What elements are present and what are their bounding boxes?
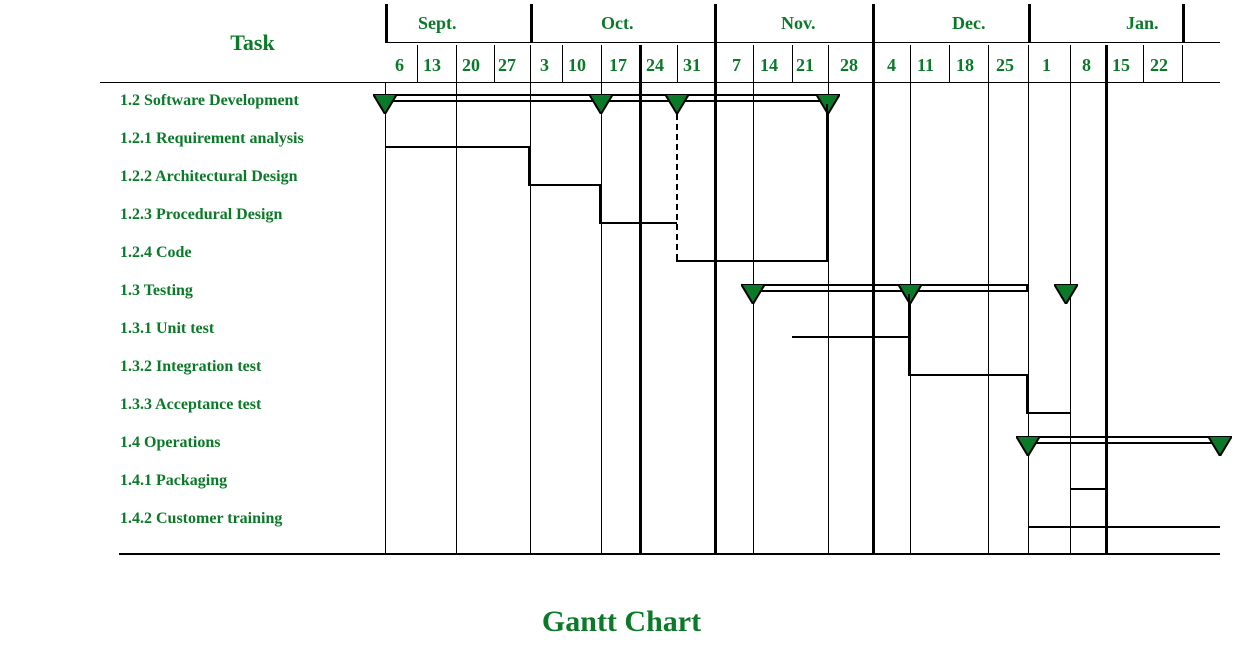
gantt-chart: Task Sept. Oct. Nov. Dec. Jan. 6 13 20 2…	[0, 0, 1243, 672]
header-rule-top	[100, 82, 1220, 83]
task-label: 1.3.3 Acceptance test	[120, 396, 261, 414]
chart-title: Gantt Chart	[0, 605, 1243, 639]
day-label: 4	[887, 55, 896, 76]
task-label: 1.2.2 Architectural Design	[120, 168, 297, 186]
col	[494, 45, 495, 82]
month-label: Oct.	[601, 13, 633, 34]
day-label: 25	[996, 55, 1014, 76]
day-label: 24	[646, 55, 664, 76]
bar-1-2-1	[385, 146, 530, 148]
col	[601, 45, 602, 553]
col-month	[872, 4, 875, 553]
milestone-icon	[898, 284, 922, 302]
day-label: 1	[1042, 55, 1051, 76]
col	[530, 45, 531, 553]
col	[1028, 45, 1029, 553]
col-month	[385, 4, 388, 42]
summary-bar-1-3	[753, 284, 1028, 292]
task-label: 1.2.1 Requirement analysis	[120, 130, 304, 148]
drop	[528, 146, 530, 186]
milestone-icon	[1054, 284, 1078, 302]
day-label: 18	[956, 55, 974, 76]
day-label: 28	[840, 55, 858, 76]
day-label: 15	[1112, 55, 1130, 76]
milestone-icon	[741, 284, 765, 302]
task-label: 1.3.2 Integration test	[120, 358, 261, 376]
task-label: 1.4.2 Customer training	[120, 510, 282, 528]
day-label: 13	[423, 55, 441, 76]
day-label: 27	[498, 55, 516, 76]
drop	[826, 104, 828, 262]
col	[1182, 45, 1183, 82]
drop	[599, 184, 601, 224]
col	[417, 45, 418, 82]
bar-1-2-2	[528, 184, 601, 186]
bar-1-4-1	[1070, 488, 1105, 490]
task-label: 1.2.3 Procedural Design	[120, 206, 282, 224]
col	[1143, 45, 1144, 82]
milestone-icon	[1016, 436, 1040, 454]
col-month	[1182, 4, 1185, 42]
col	[677, 45, 678, 82]
month-label: Dec.	[952, 13, 985, 34]
day-label: 20	[462, 55, 480, 76]
col	[562, 45, 563, 82]
month-label: Sept.	[418, 13, 457, 34]
day-label: 17	[609, 55, 627, 76]
day-label: 3	[540, 55, 549, 76]
day-label: 11	[917, 55, 934, 76]
col-month	[530, 4, 533, 42]
month-label: Nov.	[781, 13, 816, 34]
task-label: 1.2 Software Development	[120, 92, 299, 110]
day-label: 14	[760, 55, 778, 76]
bar-1-3-2	[908, 374, 1028, 376]
bar-1-3-3	[1026, 412, 1070, 414]
col	[639, 45, 642, 553]
drop	[908, 294, 910, 374]
col	[1105, 45, 1108, 553]
bar-1-2-4	[676, 260, 828, 262]
col	[988, 45, 989, 553]
col	[828, 45, 829, 553]
summary-bar-1-4	[1028, 436, 1220, 444]
header-rule-mid	[385, 42, 1220, 43]
day-label: 10	[568, 55, 586, 76]
task-label: 1.4 Operations	[120, 434, 220, 452]
drop	[1026, 374, 1028, 414]
day-label: 8	[1082, 55, 1091, 76]
day-label: 6	[395, 55, 404, 76]
dashed-link	[676, 114, 678, 260]
col	[456, 45, 457, 553]
day-label: 22	[1150, 55, 1168, 76]
col-month	[1028, 4, 1031, 42]
task-header: Task	[120, 30, 385, 56]
col	[792, 45, 793, 82]
milestone-icon	[373, 94, 397, 112]
baseline	[119, 553, 1220, 555]
milestone-icon	[1208, 436, 1232, 454]
day-label: 7	[732, 55, 741, 76]
day-label: 21	[796, 55, 814, 76]
task-label: 1.4.1 Packaging	[120, 472, 227, 490]
milestone-icon	[665, 94, 689, 112]
task-label: 1.2.4 Code	[120, 244, 192, 262]
bar-1-2-3	[599, 222, 677, 224]
task-label: 1.3.1 Unit test	[120, 320, 214, 338]
month-label: Jan.	[1126, 13, 1159, 34]
col	[949, 45, 950, 82]
bar-1-4-2	[1028, 526, 1220, 528]
task-label: 1.3 Testing	[120, 282, 193, 300]
bar-1-3-1	[792, 336, 910, 338]
milestone-icon	[816, 94, 840, 112]
col-month	[714, 4, 717, 553]
day-label: 31	[683, 55, 701, 76]
col	[385, 82, 386, 553]
milestone-icon	[589, 94, 613, 112]
